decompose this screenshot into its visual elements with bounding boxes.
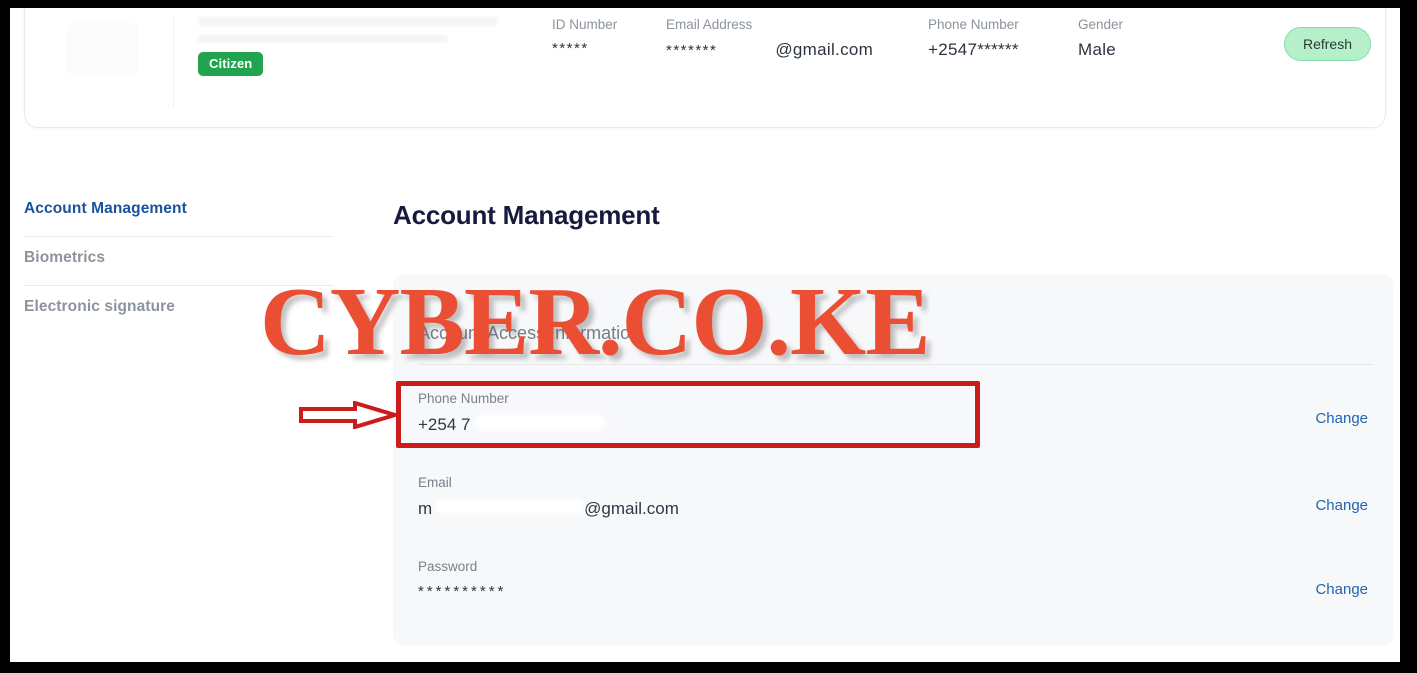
field-gender: Gender Male (1078, 17, 1198, 60)
field-email-address-label: Email Address (666, 17, 753, 32)
field-phone-number: Phone Number +2547****** (928, 17, 1078, 60)
field-email-address-domain: @gmail.com (775, 40, 874, 59)
name-column: Citizen (174, 15, 552, 76)
access-row-email-domain: @gmail.com (584, 499, 679, 518)
access-row-phone-number: Phone Number +254 7 Change (418, 391, 1373, 435)
avatar (67, 23, 139, 75)
access-row-email-value: m (418, 499, 433, 518)
field-phone-number-value: +2547****** (928, 40, 1019, 59)
sidebar-item-electronic-signature[interactable]: Electronic signature (24, 286, 334, 334)
redacted-phone-digits (474, 415, 607, 430)
sidebar-item-account-management[interactable]: Account Management (24, 188, 334, 237)
field-email-address-value: ******* (666, 42, 718, 59)
identity-summary-card: Citizen ID Number ***** Email Address **… (24, 8, 1386, 128)
identity-fields: ID Number ***** Email Address ******* @g… (552, 15, 1385, 61)
panel-divider (418, 364, 1373, 365)
sidebar-item-account-management-label: Account Management (24, 200, 187, 217)
redacted-subtitle (198, 35, 448, 43)
settings-sidebar: Account Management Biometrics Electronic… (24, 188, 334, 334)
page-title: Account Management (393, 200, 660, 230)
annotation-arrow-icon (299, 400, 402, 430)
field-email-address: Email Address ******* @gmail.com (666, 17, 928, 60)
panel-title: Account Access Information (418, 323, 641, 343)
field-gender-label: Gender (1078, 17, 1124, 32)
field-gender-value: Male (1078, 40, 1117, 59)
sidebar-item-biometrics[interactable]: Biometrics (24, 237, 334, 286)
page-canvas: Citizen ID Number ***** Email Address **… (10, 8, 1400, 662)
field-phone-number-label: Phone Number (928, 17, 1019, 32)
access-row-email-label: Email (418, 475, 452, 490)
account-access-panel: Account Access Information Phone Number … (393, 275, 1393, 645)
status-badge-citizen: Citizen (198, 52, 264, 76)
access-row-password: Password ********** Change (418, 559, 1373, 600)
change-password-link[interactable]: Change (1315, 559, 1368, 598)
field-id-number-value: ***** (552, 40, 589, 57)
access-row-phone-number-value: +254 7 (418, 415, 471, 434)
field-id-number: ID Number ***** (552, 17, 666, 57)
redacted-name (198, 17, 498, 26)
change-phone-number-link[interactable]: Change (1315, 391, 1368, 427)
access-row-phone-number-label: Phone Number (418, 391, 509, 406)
sidebar-item-biometrics-label: Biometrics (24, 249, 106, 266)
avatar-column (25, 15, 173, 107)
field-id-number-label: ID Number (552, 17, 618, 32)
access-row-email: Email m @gmail.com Change (418, 475, 1373, 519)
access-row-password-label: Password (418, 559, 478, 574)
change-email-link[interactable]: Change (1315, 475, 1368, 514)
screenshot-frame: Citizen ID Number ***** Email Address **… (0, 0, 1417, 673)
sidebar-item-electronic-signature-label: Electronic signature (24, 298, 176, 315)
access-row-password-value: ********** (418, 583, 507, 600)
redacted-email-local (436, 499, 585, 514)
refresh-button[interactable]: Refresh (1283, 27, 1371, 61)
